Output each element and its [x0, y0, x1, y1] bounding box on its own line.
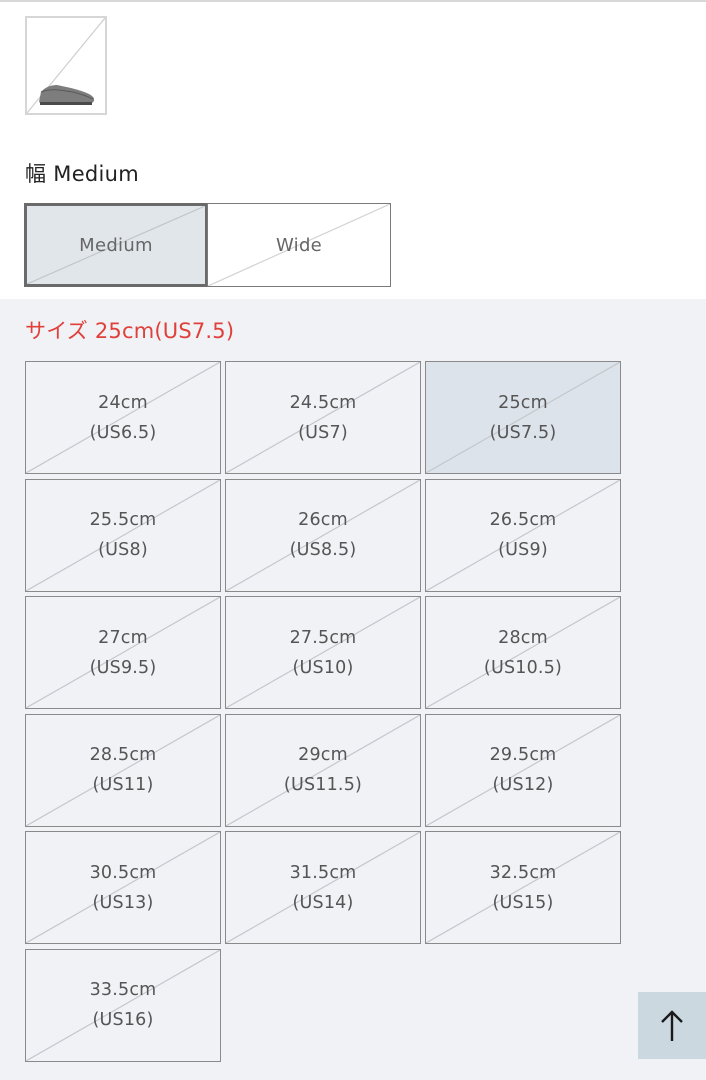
size-us-label: (US13) [92, 892, 154, 913]
size-grid: 24cm (US6.5) 24.5cm (US7) 25cm (US7.5) 25.5cm (… [25, 361, 622, 1062]
size-option-31-5cm[interactable]: 31.5cm (US14) [225, 831, 421, 944]
size-us-label: (US9.5) [89, 657, 157, 678]
size-option-27-5cm[interactable]: 27.5cm (US10) [225, 596, 421, 709]
size-option-32-5cm[interactable]: 32.5cm (US15) [425, 831, 621, 944]
top-divider [0, 0, 706, 2]
size-us-label: (US10.5) [483, 657, 563, 678]
size-cm-label: 27.5cm [289, 627, 357, 648]
size-cm-label: 30.5cm [89, 862, 157, 883]
size-us-label: (US9) [498, 540, 548, 560]
size-cm-label: 32.5cm [489, 862, 557, 883]
size-option-25cm[interactable]: 25cm (US7.5) [425, 361, 621, 474]
size-us-label: (US7.5) [489, 422, 557, 443]
size-cm-label: 25cm [498, 392, 548, 413]
size-cm-label: 28.5cm [89, 745, 157, 765]
size-heading: サイズ 25cm(US7.5) [25, 319, 235, 343]
size-cm-label: 29cm [298, 745, 348, 765]
size-option-29-5cm[interactable]: 29.5cm (US12) [425, 713, 621, 827]
size-us-label: (US10) [292, 657, 354, 678]
size-option-33-5cm[interactable]: 33.5cm (US16) [25, 948, 221, 1062]
size-option-26-5cm[interactable]: 26.5cm (US9) [425, 478, 621, 592]
size-cm-label: 28cm [498, 627, 548, 648]
width-heading: 幅 Medium [25, 162, 140, 186]
size-option-26cm[interactable]: 26cm (US8.5) [225, 478, 421, 592]
size-option-24-5cm[interactable]: 24.5cm (US7) [225, 361, 421, 474]
size-option-28-5cm[interactable]: 28.5cm (US11) [25, 713, 221, 827]
size-cm-label: 26.5cm [489, 510, 557, 530]
size-us-label: (US8.5) [289, 540, 357, 560]
size-cm-label: 33.5cm [89, 980, 157, 1000]
color-option-thumbnail[interactable] [25, 16, 107, 115]
size-cm-label: 31.5cm [289, 862, 357, 883]
size-option-27cm[interactable]: 27cm (US9.5) [25, 596, 221, 709]
width-option-wide[interactable]: Wide [207, 203, 391, 287]
size-us-label: (US14) [292, 892, 354, 913]
size-cm-label: 27cm [98, 627, 148, 648]
size-us-label: (US11) [92, 775, 154, 795]
width-option-label: Medium [79, 234, 153, 256]
width-option-label: Wide [275, 234, 323, 256]
arrow-up-icon [661, 1009, 683, 1041]
size-us-label: (US11.5) [283, 775, 363, 795]
size-us-label: (US12) [492, 775, 554, 795]
size-us-label: (US15) [492, 892, 554, 913]
size-us-label: (US6.5) [89, 422, 157, 443]
dress-shoe-icon [39, 85, 95, 105]
size-option-29cm[interactable]: 29cm (US11.5) [225, 713, 421, 827]
size-cm-label: 24.5cm [289, 392, 357, 413]
back-to-top-button[interactable] [638, 992, 706, 1059]
size-cm-label: 29.5cm [489, 745, 557, 765]
size-us-label: (US8) [98, 540, 148, 560]
width-option-medium[interactable]: Medium [24, 203, 208, 287]
size-option-28cm[interactable]: 28cm (US10.5) [425, 596, 621, 709]
size-panel: サイズ 25cm(US7.5) 24cm (US6.5) 24.5cm (US7) 25… [0, 299, 706, 1080]
size-option-30-5cm[interactable]: 30.5cm (US13) [25, 831, 221, 944]
size-cm-label: 26cm [298, 510, 348, 530]
size-us-label: (US16) [92, 1010, 154, 1030]
size-cm-label: 24cm [98, 392, 148, 413]
size-option-25-5cm[interactable]: 25.5cm (US8) [25, 478, 221, 592]
size-option-24cm[interactable]: 24cm (US6.5) [25, 361, 221, 474]
size-us-label: (US7) [298, 422, 348, 443]
size-cm-label: 25.5cm [89, 510, 157, 530]
